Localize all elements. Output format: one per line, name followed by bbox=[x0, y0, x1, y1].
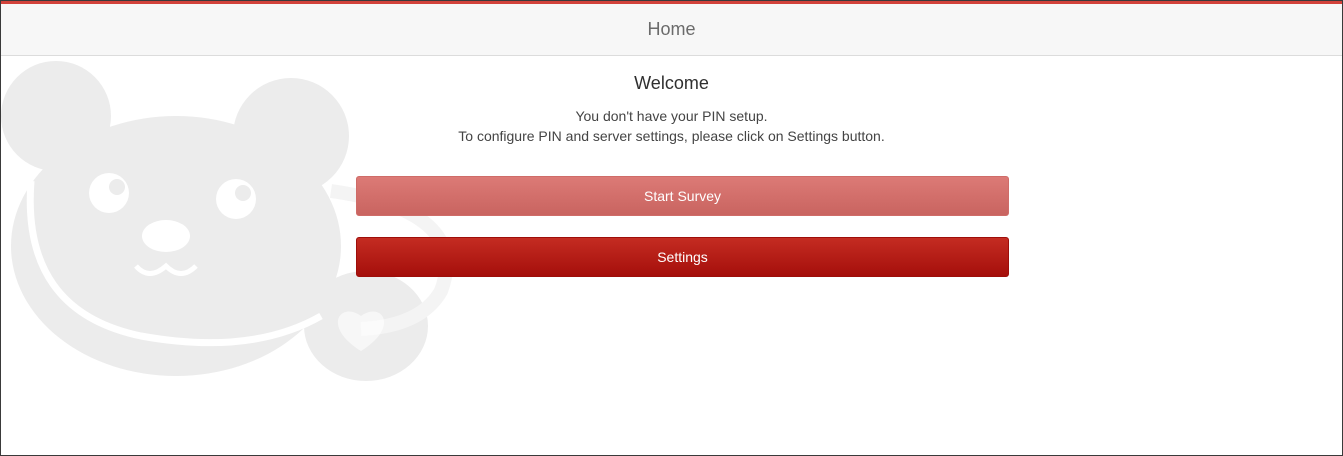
page-title: Home bbox=[647, 19, 696, 39]
start-survey-button[interactable]: Start Survey bbox=[356, 176, 1009, 216]
welcome-heading: Welcome bbox=[634, 73, 709, 93]
settings-label: Settings bbox=[657, 249, 708, 265]
settings-button[interactable]: Settings bbox=[356, 237, 1009, 277]
app-window: Home Welcome You don't have your PIN set… bbox=[0, 0, 1343, 456]
message-line-2: To configure PIN and server settings, pl… bbox=[458, 128, 885, 144]
header-bar: Home bbox=[1, 4, 1342, 56]
message-line-1: You don't have your PIN setup. bbox=[575, 108, 768, 124]
start-survey-label: Start Survey bbox=[643, 188, 722, 204]
pin-message: You don't have your PIN setup. To config… bbox=[1, 106, 1342, 146]
